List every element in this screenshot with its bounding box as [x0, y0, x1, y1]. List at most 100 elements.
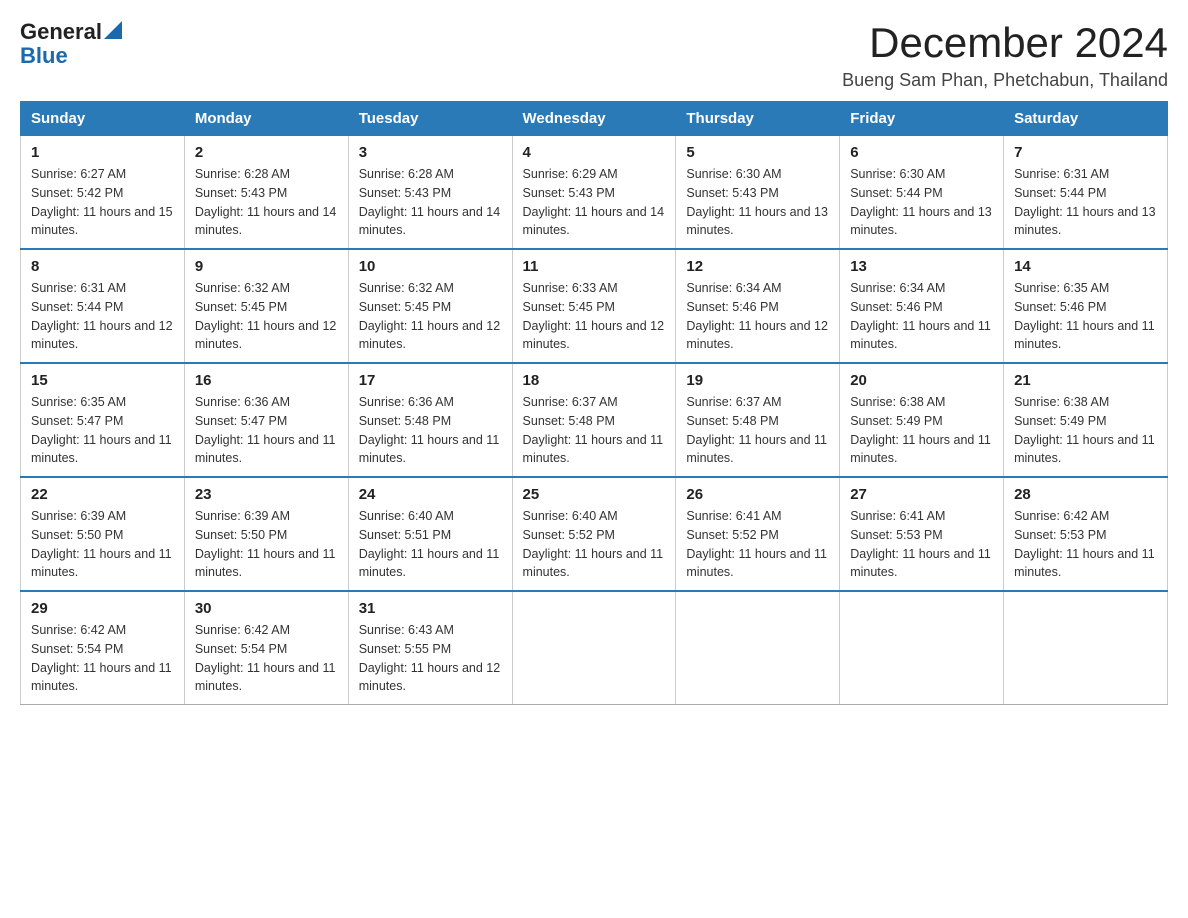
header-wednesday: Wednesday: [512, 102, 676, 136]
day-number: 13: [850, 258, 993, 275]
day-number: 14: [1014, 258, 1157, 275]
day-info: Sunrise: 6:32 AM Sunset: 5:45 PM Dayligh…: [195, 279, 338, 354]
calendar-cell: 15 Sunrise: 6:35 AM Sunset: 5:47 PM Dayl…: [21, 363, 185, 477]
day-number: 4: [523, 144, 666, 161]
day-info: Sunrise: 6:37 AM Sunset: 5:48 PM Dayligh…: [686, 393, 829, 468]
day-number: 12: [686, 258, 829, 275]
calendar-cell: 14 Sunrise: 6:35 AM Sunset: 5:46 PM Dayl…: [1004, 249, 1168, 363]
day-number: 23: [195, 486, 338, 503]
day-number: 3: [359, 144, 502, 161]
calendar-week-row: 29 Sunrise: 6:42 AM Sunset: 5:54 PM Dayl…: [21, 591, 1168, 705]
day-info: Sunrise: 6:42 AM Sunset: 5:53 PM Dayligh…: [1014, 507, 1157, 582]
day-info: Sunrise: 6:34 AM Sunset: 5:46 PM Dayligh…: [686, 279, 829, 354]
logo: General Blue: [20, 20, 122, 68]
day-number: 26: [686, 486, 829, 503]
calendar-cell: 11 Sunrise: 6:33 AM Sunset: 5:45 PM Dayl…: [512, 249, 676, 363]
day-number: 18: [523, 372, 666, 389]
day-number: 8: [31, 258, 174, 275]
calendar-cell: 20 Sunrise: 6:38 AM Sunset: 5:49 PM Dayl…: [840, 363, 1004, 477]
day-number: 22: [31, 486, 174, 503]
day-number: 17: [359, 372, 502, 389]
page-header: General Blue December 2024 Bueng Sam Pha…: [20, 20, 1168, 91]
day-info: Sunrise: 6:32 AM Sunset: 5:45 PM Dayligh…: [359, 279, 502, 354]
calendar-cell: 22 Sunrise: 6:39 AM Sunset: 5:50 PM Dayl…: [21, 477, 185, 591]
calendar-cell: [512, 591, 676, 705]
calendar-cell: 23 Sunrise: 6:39 AM Sunset: 5:50 PM Dayl…: [184, 477, 348, 591]
calendar-cell: [840, 591, 1004, 705]
calendar-cell: 26 Sunrise: 6:41 AM Sunset: 5:52 PM Dayl…: [676, 477, 840, 591]
day-info: Sunrise: 6:42 AM Sunset: 5:54 PM Dayligh…: [31, 621, 174, 696]
day-info: Sunrise: 6:43 AM Sunset: 5:55 PM Dayligh…: [359, 621, 502, 696]
calendar-cell: 25 Sunrise: 6:40 AM Sunset: 5:52 PM Dayl…: [512, 477, 676, 591]
calendar-cell: 28 Sunrise: 6:42 AM Sunset: 5:53 PM Dayl…: [1004, 477, 1168, 591]
calendar-header-row: SundayMondayTuesdayWednesdayThursdayFrid…: [21, 102, 1168, 136]
calendar-cell: 31 Sunrise: 6:43 AM Sunset: 5:55 PM Dayl…: [348, 591, 512, 705]
day-info: Sunrise: 6:31 AM Sunset: 5:44 PM Dayligh…: [1014, 165, 1157, 240]
calendar-cell: 16 Sunrise: 6:36 AM Sunset: 5:47 PM Dayl…: [184, 363, 348, 477]
month-title: December 2024: [842, 20, 1168, 66]
day-info: Sunrise: 6:35 AM Sunset: 5:47 PM Dayligh…: [31, 393, 174, 468]
header-monday: Monday: [184, 102, 348, 136]
day-info: Sunrise: 6:31 AM Sunset: 5:44 PM Dayligh…: [31, 279, 174, 354]
calendar-cell: 7 Sunrise: 6:31 AM Sunset: 5:44 PM Dayli…: [1004, 136, 1168, 250]
day-number: 15: [31, 372, 174, 389]
calendar-cell: [1004, 591, 1168, 705]
day-info: Sunrise: 6:30 AM Sunset: 5:43 PM Dayligh…: [686, 165, 829, 240]
day-info: Sunrise: 6:41 AM Sunset: 5:53 PM Dayligh…: [850, 507, 993, 582]
location-title: Bueng Sam Phan, Phetchabun, Thailand: [842, 70, 1168, 91]
logo-blue: Blue: [20, 43, 68, 68]
header-sunday: Sunday: [21, 102, 185, 136]
day-number: 1: [31, 144, 174, 161]
calendar-cell: 13 Sunrise: 6:34 AM Sunset: 5:46 PM Dayl…: [840, 249, 1004, 363]
day-info: Sunrise: 6:27 AM Sunset: 5:42 PM Dayligh…: [31, 165, 174, 240]
header-thursday: Thursday: [676, 102, 840, 136]
day-number: 9: [195, 258, 338, 275]
day-info: Sunrise: 6:38 AM Sunset: 5:49 PM Dayligh…: [850, 393, 993, 468]
day-number: 6: [850, 144, 993, 161]
calendar-cell: 1 Sunrise: 6:27 AM Sunset: 5:42 PM Dayli…: [21, 136, 185, 250]
day-info: Sunrise: 6:40 AM Sunset: 5:52 PM Dayligh…: [523, 507, 666, 582]
header-saturday: Saturday: [1004, 102, 1168, 136]
calendar-week-row: 22 Sunrise: 6:39 AM Sunset: 5:50 PM Dayl…: [21, 477, 1168, 591]
day-number: 21: [1014, 372, 1157, 389]
day-info: Sunrise: 6:42 AM Sunset: 5:54 PM Dayligh…: [195, 621, 338, 696]
day-info: Sunrise: 6:39 AM Sunset: 5:50 PM Dayligh…: [195, 507, 338, 582]
calendar-week-row: 15 Sunrise: 6:35 AM Sunset: 5:47 PM Dayl…: [21, 363, 1168, 477]
calendar-cell: 18 Sunrise: 6:37 AM Sunset: 5:48 PM Dayl…: [512, 363, 676, 477]
day-number: 11: [523, 258, 666, 275]
calendar-cell: 29 Sunrise: 6:42 AM Sunset: 5:54 PM Dayl…: [21, 591, 185, 705]
day-number: 16: [195, 372, 338, 389]
day-number: 10: [359, 258, 502, 275]
day-number: 24: [359, 486, 502, 503]
day-info: Sunrise: 6:40 AM Sunset: 5:51 PM Dayligh…: [359, 507, 502, 582]
calendar-cell: 27 Sunrise: 6:41 AM Sunset: 5:53 PM Dayl…: [840, 477, 1004, 591]
day-info: Sunrise: 6:38 AM Sunset: 5:49 PM Dayligh…: [1014, 393, 1157, 468]
calendar-cell: [676, 591, 840, 705]
day-number: 27: [850, 486, 993, 503]
logo-triangle-icon: [104, 21, 122, 39]
calendar-cell: 4 Sunrise: 6:29 AM Sunset: 5:43 PM Dayli…: [512, 136, 676, 250]
title-block: December 2024 Bueng Sam Phan, Phetchabun…: [842, 20, 1168, 91]
calendar-cell: 8 Sunrise: 6:31 AM Sunset: 5:44 PM Dayli…: [21, 249, 185, 363]
day-info: Sunrise: 6:29 AM Sunset: 5:43 PM Dayligh…: [523, 165, 666, 240]
calendar-week-row: 8 Sunrise: 6:31 AM Sunset: 5:44 PM Dayli…: [21, 249, 1168, 363]
day-info: Sunrise: 6:30 AM Sunset: 5:44 PM Dayligh…: [850, 165, 993, 240]
calendar-cell: 24 Sunrise: 6:40 AM Sunset: 5:51 PM Dayl…: [348, 477, 512, 591]
day-info: Sunrise: 6:36 AM Sunset: 5:48 PM Dayligh…: [359, 393, 502, 468]
day-info: Sunrise: 6:36 AM Sunset: 5:47 PM Dayligh…: [195, 393, 338, 468]
logo-general: General: [20, 20, 102, 44]
day-info: Sunrise: 6:33 AM Sunset: 5:45 PM Dayligh…: [523, 279, 666, 354]
calendar-cell: 30 Sunrise: 6:42 AM Sunset: 5:54 PM Dayl…: [184, 591, 348, 705]
day-number: 30: [195, 600, 338, 617]
calendar-cell: 6 Sunrise: 6:30 AM Sunset: 5:44 PM Dayli…: [840, 136, 1004, 250]
calendar-cell: 17 Sunrise: 6:36 AM Sunset: 5:48 PM Dayl…: [348, 363, 512, 477]
day-number: 28: [1014, 486, 1157, 503]
calendar-cell: 19 Sunrise: 6:37 AM Sunset: 5:48 PM Dayl…: [676, 363, 840, 477]
day-number: 19: [686, 372, 829, 389]
day-info: Sunrise: 6:37 AM Sunset: 5:48 PM Dayligh…: [523, 393, 666, 468]
calendar-week-row: 1 Sunrise: 6:27 AM Sunset: 5:42 PM Dayli…: [21, 136, 1168, 250]
calendar-cell: 10 Sunrise: 6:32 AM Sunset: 5:45 PM Dayl…: [348, 249, 512, 363]
day-info: Sunrise: 6:34 AM Sunset: 5:46 PM Dayligh…: [850, 279, 993, 354]
day-number: 29: [31, 600, 174, 617]
calendar-cell: 2 Sunrise: 6:28 AM Sunset: 5:43 PM Dayli…: [184, 136, 348, 250]
